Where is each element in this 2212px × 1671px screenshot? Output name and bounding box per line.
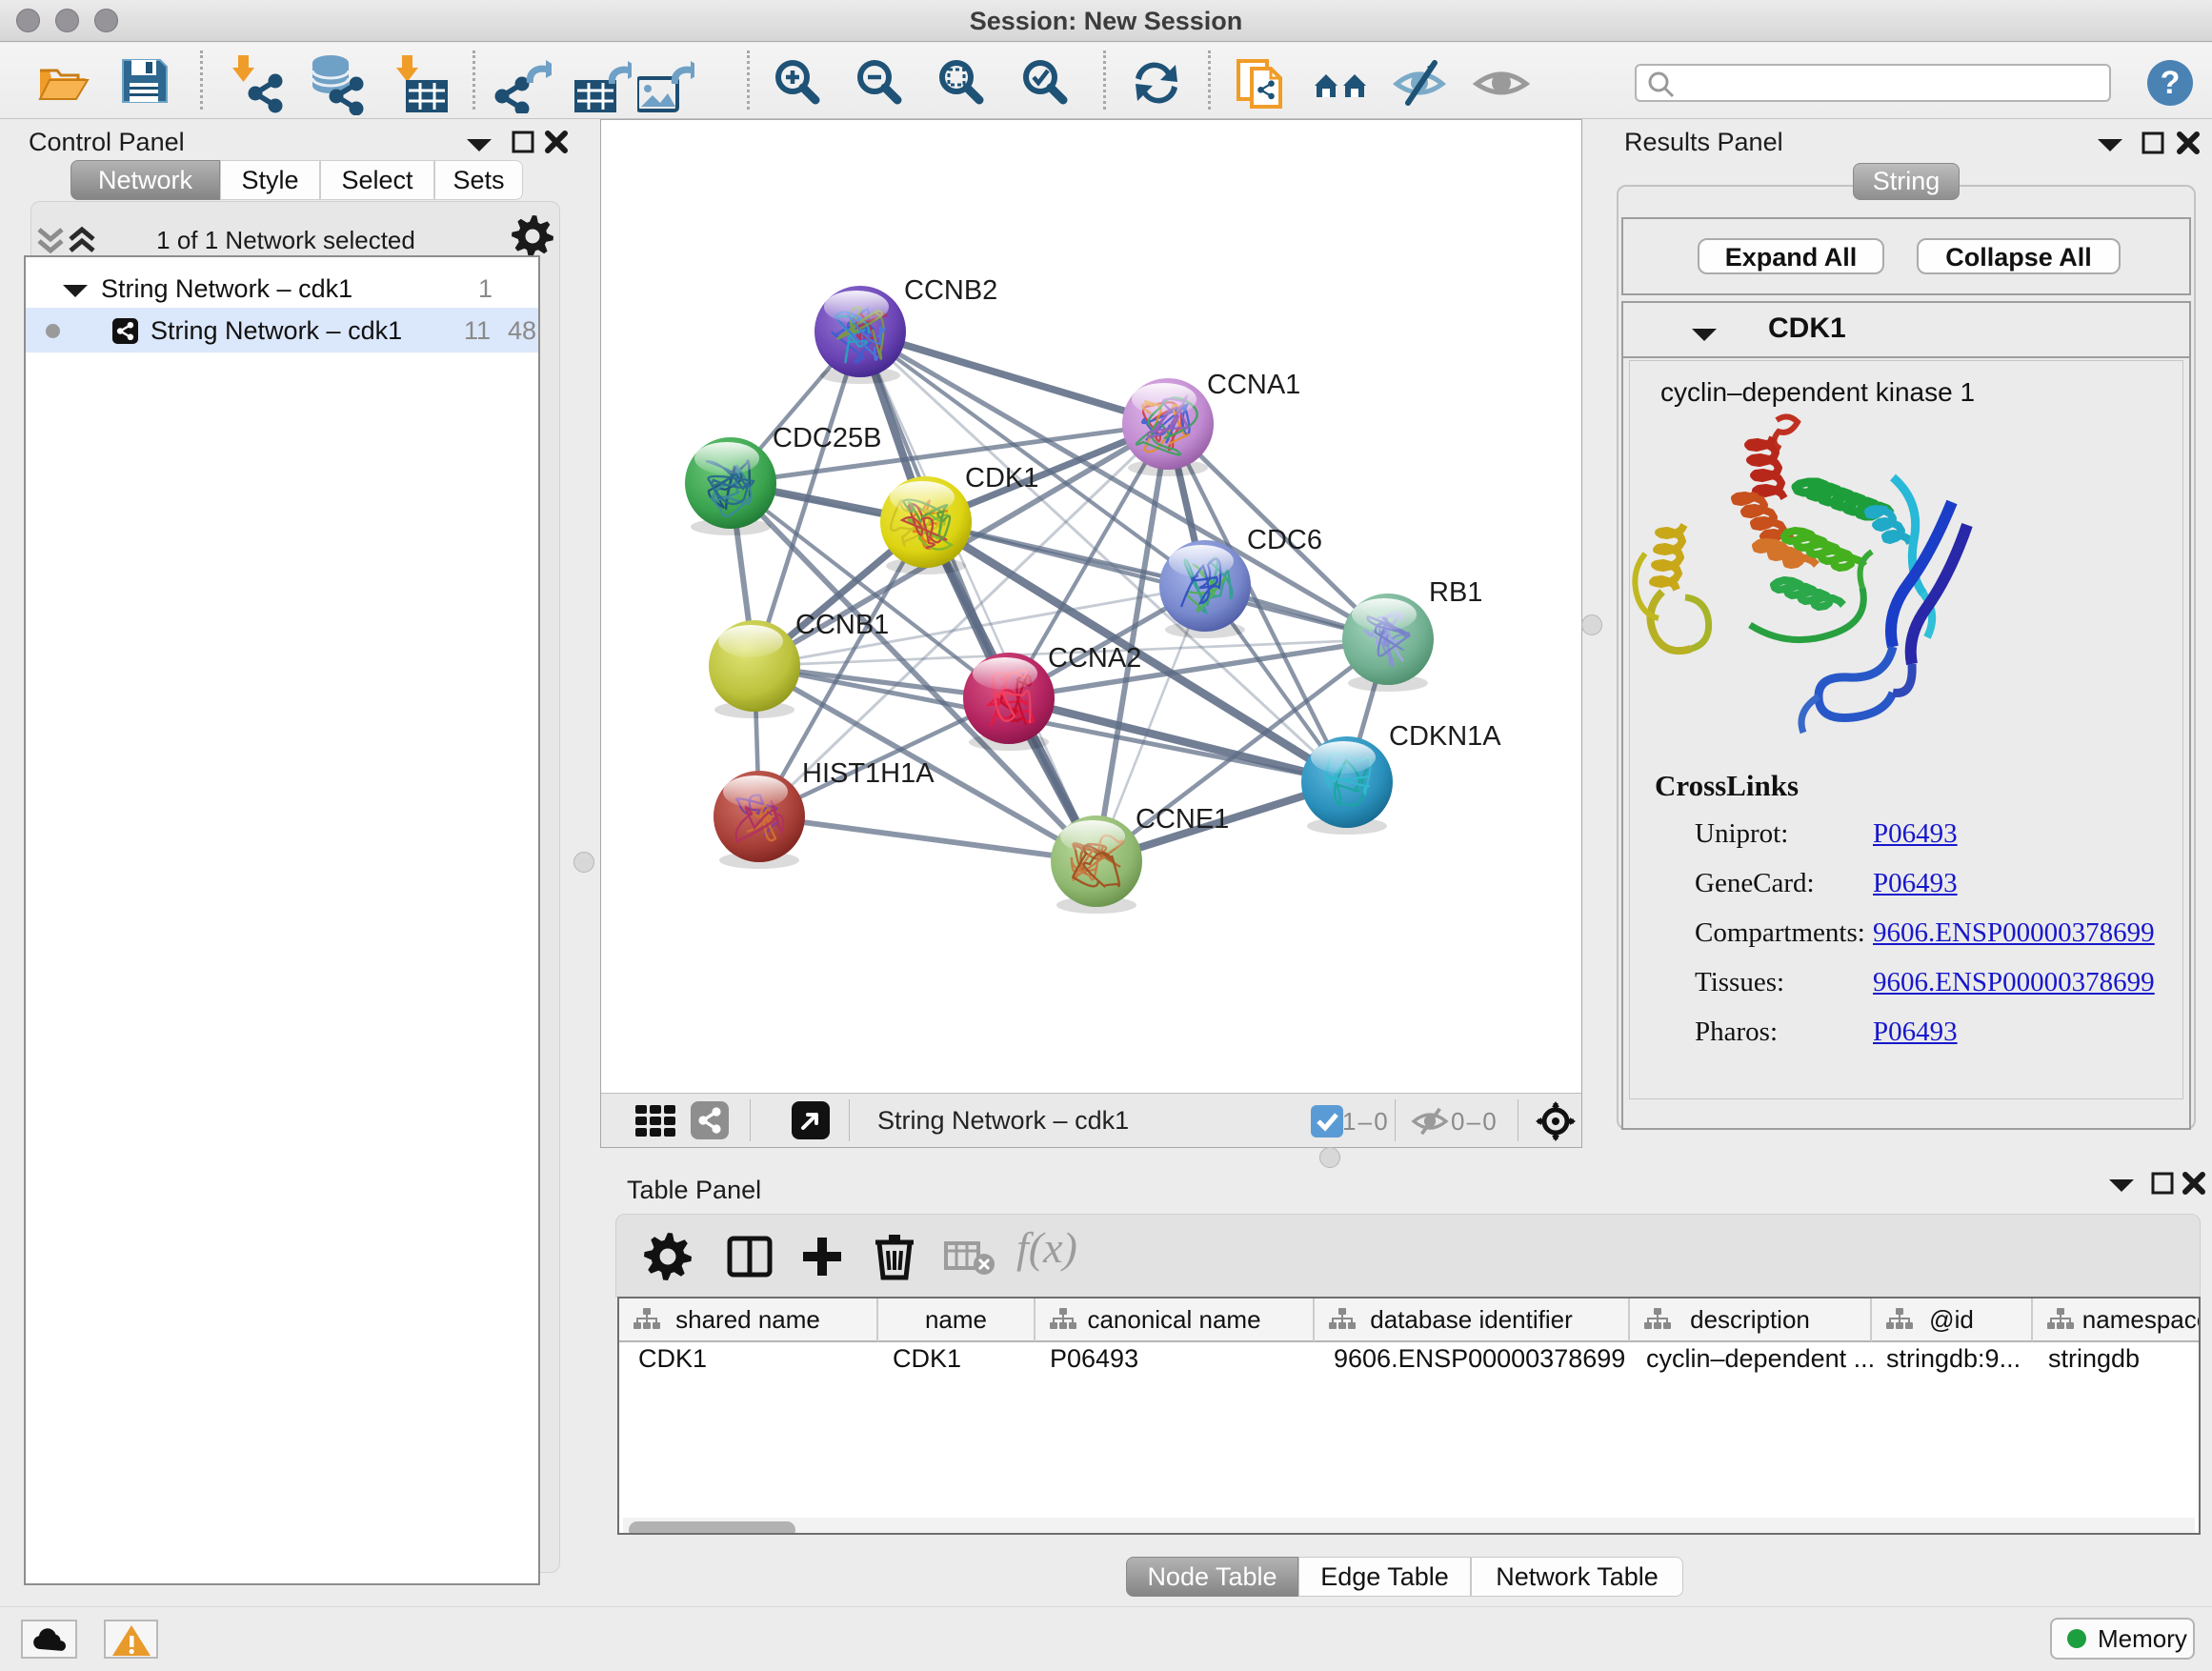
svg-text:CCNE1: CCNE1 xyxy=(1136,804,1229,835)
svg-text:CDK1: CDK1 xyxy=(965,463,1038,493)
svg-text:?: ? xyxy=(2161,65,2181,101)
svg-text:CCNA1: CCNA1 xyxy=(1207,370,1300,400)
svg-text:CDKN1A: CDKN1A xyxy=(1389,721,1501,752)
svg-text:CCNB2: CCNB2 xyxy=(904,275,997,306)
svg-text:CDC25B: CDC25B xyxy=(773,423,881,453)
svg-text:CCNB1: CCNB1 xyxy=(795,610,889,640)
svg-text:CDC6: CDC6 xyxy=(1247,525,1322,555)
svg-text:HIST1H1A: HIST1H1A xyxy=(802,758,935,789)
svg-text:CCNA2: CCNA2 xyxy=(1048,643,1141,674)
svg-text:RB1: RB1 xyxy=(1429,577,1482,608)
